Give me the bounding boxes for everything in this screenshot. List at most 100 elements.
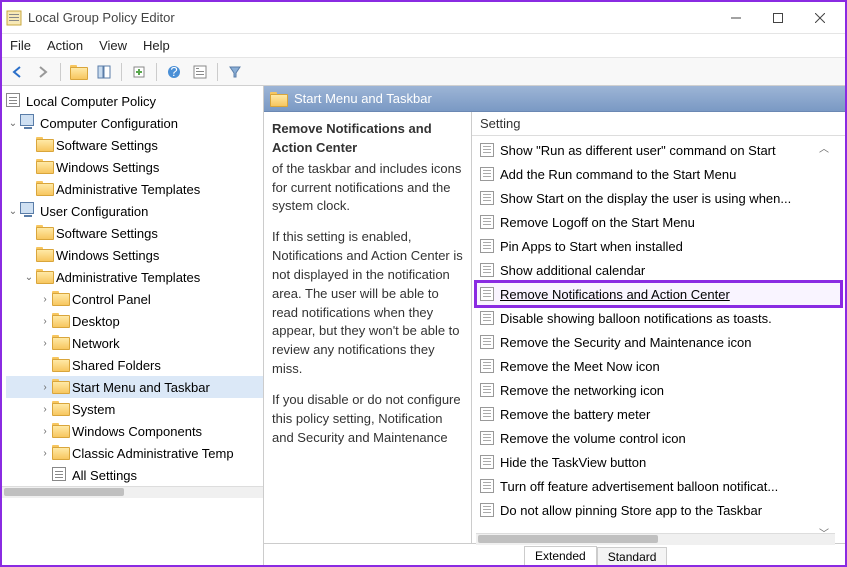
expand-icon[interactable]: › [38, 446, 52, 460]
tree-node[interactable]: ⌄User Configuration [6, 200, 263, 222]
folder-icon [70, 65, 86, 79]
tree-node[interactable]: Shared Folders [6, 354, 263, 376]
folder-icon [52, 379, 68, 395]
tree-node-label: System [72, 402, 115, 417]
tree-node[interactable]: ⌄ Computer Configuration [6, 112, 263, 134]
tree-node[interactable]: Software Settings [6, 222, 263, 244]
list-h-scrollbar[interactable] [476, 533, 835, 545]
tree-node[interactable]: › Windows Components [6, 420, 263, 442]
export-button[interactable] [128, 61, 150, 83]
tree-root[interactable]: Local Computer Policy [6, 90, 263, 112]
expand-icon[interactable]: › [38, 336, 52, 350]
setting-row[interactable]: Disable showing balloon notifications as… [476, 306, 841, 330]
window-title: Local Group Policy Editor [28, 10, 715, 25]
tree-node-label: Windows Components [72, 424, 202, 439]
filter-button[interactable] [224, 61, 246, 83]
menu-file[interactable]: File [10, 38, 31, 53]
tree-node[interactable]: All Settings [6, 464, 263, 486]
setting-row[interactable]: Remove the volume control icon [476, 426, 841, 450]
help-button[interactable]: ? [163, 61, 185, 83]
tree-node[interactable]: Administrative Templates [6, 178, 263, 200]
toolbar: ? [2, 58, 845, 86]
window-controls [715, 4, 841, 32]
tree-h-scrollbar[interactable] [2, 486, 263, 498]
tree-node[interactable]: ›Classic Administrative Temp [6, 442, 263, 464]
setting-row[interactable]: Hide the TaskView button [476, 450, 841, 474]
policy-icon [52, 467, 68, 483]
tree-node[interactable]: ›Control Panel [6, 288, 263, 310]
collapse-icon[interactable]: ⌄ [6, 116, 20, 130]
selected-setting-title: Remove Notifications and Action Center [272, 120, 463, 158]
toolbar-separator [156, 63, 157, 81]
scrollbar-thumb[interactable] [478, 535, 658, 543]
tree-node-label: Administrative Templates [56, 270, 200, 285]
expand-icon[interactable]: › [38, 380, 52, 394]
tree-node-label: Shared Folders [72, 358, 161, 373]
svg-text:?: ? [170, 65, 177, 79]
close-button[interactable] [799, 4, 841, 32]
setting-label: Remove the networking icon [500, 383, 664, 398]
setting-label: Show additional calendar [500, 263, 645, 278]
setting-row[interactable]: Add the Run command to the Start Menu [476, 162, 841, 186]
setting-label: Remove Logoff on the Start Menu [500, 215, 695, 230]
setting-label: Remove the battery meter [500, 407, 650, 422]
folder-icon [52, 401, 68, 417]
setting-row[interactable]: Remove Notifications and Action Center [476, 282, 841, 306]
tree-node[interactable]: Windows Settings [6, 244, 263, 266]
setting-icon [480, 335, 494, 349]
tree-node[interactable]: › System [6, 398, 263, 420]
tree-node-label: Desktop [72, 314, 120, 329]
collapse-icon[interactable]: ⌄ [22, 270, 36, 284]
tree-node-label: Computer Configuration [40, 116, 178, 131]
back-button[interactable] [6, 61, 28, 83]
setting-row[interactable]: Remove the battery meter [476, 402, 841, 426]
maximize-button[interactable] [757, 4, 799, 32]
tree-pane[interactable]: Local Computer Policy ⌄ Computer Configura… [2, 86, 264, 565]
show-hide-tree-button[interactable] [93, 61, 115, 83]
tree-node[interactable]: ›Network [6, 332, 263, 354]
up-button[interactable] [67, 61, 89, 83]
setting-label: Add the Run command to the Start Menu [500, 167, 736, 182]
setting-row[interactable]: Show Start on the display the user is us… [476, 186, 841, 210]
menubar: File Action View Help [2, 34, 845, 58]
details-header: Start Menu and Taskbar [264, 86, 845, 112]
setting-row[interactable]: Show additional calendar [476, 258, 841, 282]
scroll-up-icon[interactable]: ︿ [819, 140, 833, 154]
tree-node[interactable]: › Desktop [6, 310, 263, 332]
setting-row[interactable]: Show "Run as different user" command on … [476, 138, 841, 162]
collapse-icon[interactable]: ⌄ [6, 204, 20, 218]
setting-row[interactable]: Remove the networking icon [476, 378, 841, 402]
tree-node[interactable]: Windows Settings [6, 156, 263, 178]
folder-icon [36, 159, 52, 175]
menu-action[interactable]: Action [47, 38, 83, 53]
menu-help[interactable]: Help [143, 38, 170, 53]
expand-icon[interactable]: › [38, 424, 52, 438]
tree-node-label: All Settings [72, 468, 137, 483]
minimize-button[interactable] [715, 4, 757, 32]
menu-view[interactable]: View [99, 38, 127, 53]
folder-icon [52, 335, 68, 351]
setting-row[interactable]: Do not allow pinning Store app to the Ta… [476, 498, 841, 522]
setting-icon [480, 479, 494, 493]
tree-node[interactable]: ›Start Menu and Taskbar [6, 376, 263, 398]
properties-button[interactable] [189, 61, 211, 83]
expand-icon[interactable]: › [38, 314, 52, 328]
setting-row[interactable]: Remove the Security and Maintenance icon [476, 330, 841, 354]
tab-standard[interactable]: Standard [597, 547, 668, 565]
setting-row[interactable]: Remove Logoff on the Start Menu [476, 210, 841, 234]
setting-row[interactable]: Turn off feature advertisement balloon n… [476, 474, 841, 498]
tree-node[interactable]: Software Settings [6, 134, 263, 156]
expand-icon[interactable]: › [38, 292, 52, 306]
expand-icon[interactable]: › [38, 402, 52, 416]
setting-row[interactable]: Remove the Meet Now icon [476, 354, 841, 378]
description-text: of the taskbar and includes icons for cu… [272, 160, 463, 217]
column-header-setting[interactable]: Setting [472, 112, 845, 136]
settings-list[interactable]: Show "Run as different user" command on … [472, 136, 845, 543]
forward-button[interactable] [32, 61, 54, 83]
setting-icon [480, 143, 494, 157]
scrollbar-thumb[interactable] [4, 488, 124, 496]
tree-node[interactable]: ⌄ Administrative Templates [6, 266, 263, 288]
tree-node-label: Administrative Templates [56, 182, 200, 197]
setting-row[interactable]: Pin Apps to Start when installed [476, 234, 841, 258]
tab-extended[interactable]: Extended [524, 546, 597, 565]
